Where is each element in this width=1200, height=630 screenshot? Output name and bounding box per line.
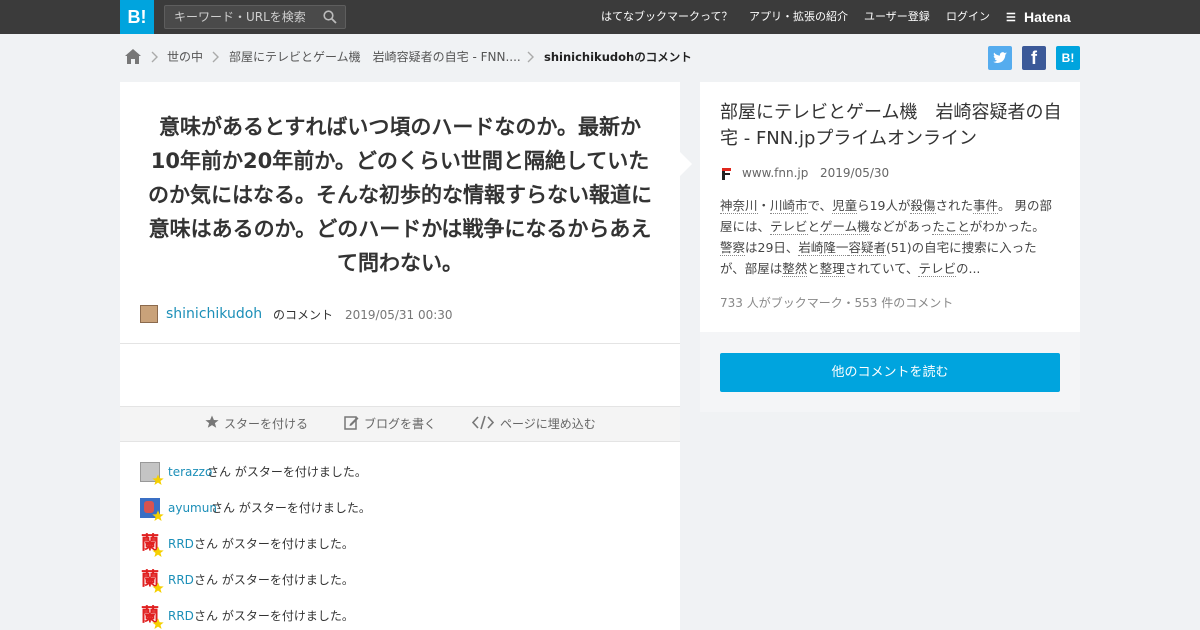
summary-text: されていて、 [844, 261, 919, 276]
search-icon[interactable] [323, 10, 337, 24]
star-icon [205, 415, 219, 428]
star-text: さん がスターを付けました。 [207, 465, 367, 479]
hatena-bookmark-logo[interactable]: B! [120, 0, 154, 34]
keyword-link[interactable]: 岩崎隆一 [798, 240, 849, 256]
star-icon [152, 618, 164, 629]
user-name-link[interactable]: shinichikudoh [166, 304, 262, 324]
nav-apps[interactable]: アプリ・拡張の紹介 [749, 0, 848, 34]
comment-date[interactable]: 2019/05/31 00:30 [345, 305, 453, 325]
star-row: 蘭 RRD さん がスターを付けました。 [140, 534, 660, 558]
summary-text: と [807, 219, 821, 234]
breadcrumb-category[interactable]: 世の中 [167, 44, 203, 70]
keyword-link[interactable]: 警察 [720, 240, 746, 256]
summary-text: された [935, 198, 974, 213]
star-icon [152, 582, 164, 593]
entry-date: 2019/05/30 [820, 166, 890, 180]
star-row: 蘭 RRD さん がスターを付けました。 [140, 606, 660, 630]
read-more-comments-button[interactable]: 他のコメントを読む [720, 353, 1060, 392]
hatena-brand-label: Hatena [1024, 9, 1071, 25]
breadcrumb-current: shinichikudohのコメント [544, 50, 692, 64]
comment-tools: スターを付ける ブログを書く ページに埋め込む [120, 406, 680, 442]
star-user-link[interactable]: RRD [168, 570, 194, 590]
keyword-link[interactable]: 事件 [973, 198, 999, 214]
entry-card: 部屋にテレビとゲーム機 岩崎容疑者の自宅 - FNN.jpプライムオンライン w… [700, 82, 1080, 332]
twitter-icon [993, 52, 1007, 64]
star-icon [152, 510, 164, 521]
star-icon [152, 474, 164, 485]
star-text: さん がスターを付けました。 [194, 537, 354, 551]
keyword-link[interactable]: 神奈川 [720, 198, 758, 214]
hatena-brand[interactable]: ☰ Hatena [1006, 0, 1071, 34]
star-row: ayumun さん がスターを付けました。 [140, 498, 660, 522]
write-blog-label: ブログを書く [364, 417, 437, 431]
keyword-link[interactable]: テレビ [770, 219, 808, 235]
summary-text: は29日、 [745, 240, 799, 255]
star-user-link[interactable]: terazzo [168, 462, 212, 482]
entry-summary: 神奈川・川崎市で、児童ら19人が殺傷された事件。 男の部屋には、テレビとゲーム機… [720, 195, 1060, 279]
summary-text: などがあっ [869, 219, 933, 234]
star-user-link[interactable]: RRD [168, 606, 194, 626]
summary-text: と [807, 261, 820, 276]
card-pointer [680, 152, 692, 176]
star-row: terazzo さん がスターを付けました。 [140, 462, 660, 486]
keyword-link[interactable]: 整然 [782, 261, 808, 277]
entry-title-link[interactable]: 部屋にテレビとゲーム機 岩崎容疑者の自宅 - FNN.jpプライムオンライン [720, 100, 1065, 152]
entry-counts[interactable]: 733 人がブックマーク・553 件のコメント [720, 294, 953, 311]
keyword-link[interactable]: たこと [932, 219, 970, 235]
nav-login[interactable]: ログイン [946, 0, 990, 34]
star-text: さん がスターを付けました。 [194, 609, 354, 623]
entry-domain-link[interactable]: www.fnn.jp [742, 166, 808, 180]
star-user-link[interactable]: RRD [168, 534, 194, 554]
star-row: 蘭 RRD さん がスターを付けました。 [140, 570, 660, 594]
chevron-right-icon [151, 51, 158, 63]
keyword-link[interactable]: テレビ [918, 261, 956, 277]
comment-suffix: のコメント [273, 308, 334, 322]
chevron-right-icon [527, 51, 534, 63]
chevron-right-icon [212, 51, 219, 63]
comment-card: 意味があるとすればいつ頃のハードなのか。最新か10年前か20年前か。どのくらい世… [120, 82, 680, 630]
keyword-link[interactable]: 整理 [819, 261, 845, 277]
edit-icon [344, 416, 359, 430]
search-input[interactable] [165, 6, 315, 28]
keyword-link[interactable]: 殺傷 [910, 198, 936, 214]
hatena-share-button[interactable]: B! [1056, 46, 1080, 70]
nav-signup[interactable]: ユーザー登録 [864, 0, 930, 34]
keyword-link[interactable]: 児童 [832, 198, 858, 214]
breadcrumb-entry[interactable]: 部屋にテレビとゲーム機 岩崎容疑者の自宅 - FNN.... [229, 44, 521, 70]
hatena-mark-icon: ☰ [1006, 12, 1016, 24]
summary-text: で、 [807, 198, 833, 213]
facebook-share-button[interactable]: f [1022, 46, 1046, 70]
star-text: さん がスターを付けました。 [194, 573, 354, 587]
star-icon [152, 546, 164, 557]
keyword-link[interactable]: ゲーム機 [820, 219, 870, 235]
search-box [164, 5, 346, 29]
top-header: B! はてなブックマークって？ アプリ・拡張の紹介 ユーザー登録 ログイン ☰ H… [0, 0, 1200, 34]
comment-body: 意味があるとすればいつ頃のハードなのか。最新か10年前か20年前か。どのくらい世… [120, 82, 680, 344]
star-user-link[interactable]: ayumun [168, 498, 217, 518]
summary-text: ら19人が [857, 198, 911, 213]
add-star-label: スターを付ける [224, 417, 309, 431]
user-avatar[interactable] [140, 305, 158, 323]
embed-label: ページに埋め込む [500, 417, 596, 431]
keyword-link[interactable]: 容疑者 [848, 240, 886, 256]
site-favicon [720, 167, 734, 181]
entry-sidebar: 部屋にテレビとゲーム機 岩崎容疑者の自宅 - FNN.jpプライムオンライン w… [700, 82, 1080, 412]
keyword-link[interactable]: 川崎市 [770, 198, 808, 214]
summary-text: がわかった。 [969, 219, 1045, 234]
summary-text: ・ [757, 198, 771, 213]
nav-about[interactable]: はてなブックマークって？ [601, 0, 732, 34]
code-icon [472, 415, 494, 430]
summary-text: の... [955, 261, 981, 276]
home-icon[interactable] [124, 48, 142, 65]
comment-text: 意味があるとすればいつ頃のハードなのか。最新か10年前か20年前か。どのくらい世… [148, 115, 652, 275]
twitter-share-button[interactable] [988, 46, 1012, 70]
star-text: さん がスターを付けました。 [211, 501, 371, 515]
